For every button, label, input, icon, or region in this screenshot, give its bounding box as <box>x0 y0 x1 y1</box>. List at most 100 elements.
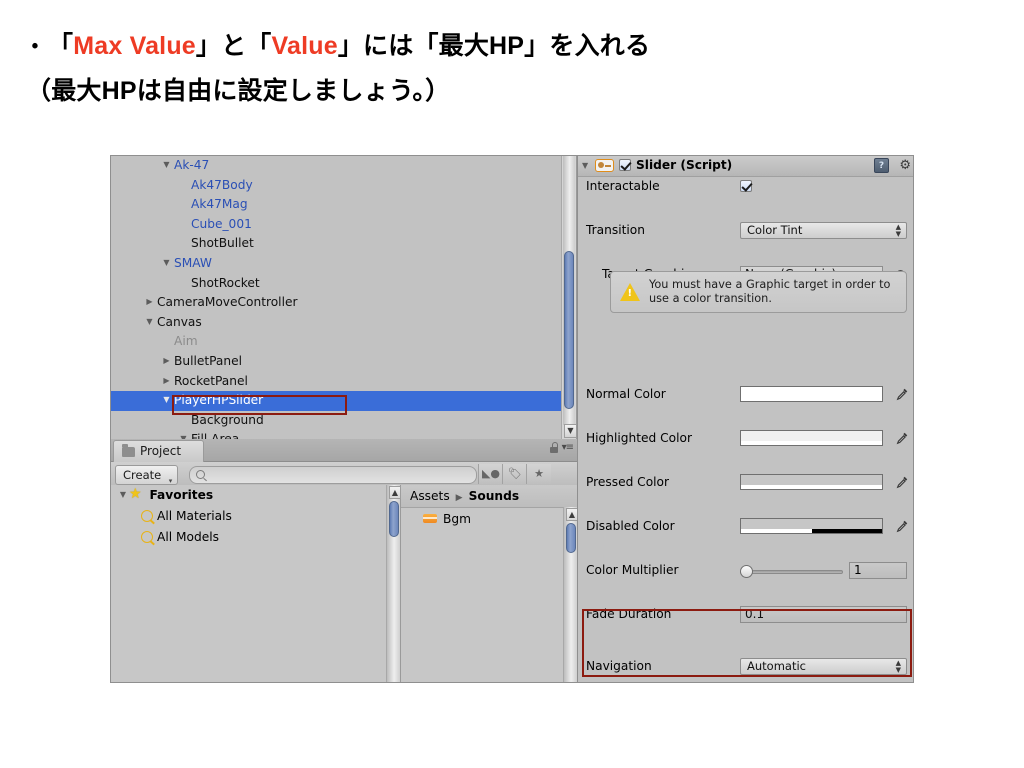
favorites-label: Favorites <box>149 488 214 502</box>
hierarchy-item-ak47body[interactable]: Ak47Body <box>111 176 576 196</box>
swatch-color <box>741 519 882 529</box>
field-highlighted-color[interactable]: Highlighted Color <box>578 428 913 450</box>
hierarchy-item-cube-001[interactable]: Cube_001 <box>111 215 576 235</box>
normal-color-swatch[interactable] <box>740 386 883 402</box>
hierarchy-item-ak47mag[interactable]: Ak47Mag <box>111 195 576 215</box>
hierarchy-item-shotbullet[interactable]: ShotBullet <box>111 234 576 254</box>
field-label: Color Multiplier <box>586 563 679 577</box>
swatch-alpha <box>741 441 882 445</box>
component-header-slider[interactable]: ▼ Slider (Script) ? ⚙ <box>578 156 913 177</box>
shapes-filter-button[interactable]: ◣● <box>478 464 503 484</box>
chevron-down-icon[interactable]: ▼ <box>144 312 155 332</box>
hierarchy-item-playerhpslider[interactable]: ▼ PlayerHPSlider <box>111 391 576 411</box>
hierarchy-item-label: CameraMoveController <box>157 295 298 310</box>
eyedropper-icon[interactable] <box>895 519 909 533</box>
hierarchy-scrollbar-thumb[interactable] <box>564 251 574 409</box>
chevron-right-icon[interactable]: ▶ <box>161 351 172 371</box>
chevron-right-icon[interactable]: ▶ <box>144 292 155 312</box>
hierarchy-scrollbar[interactable]: ▼ <box>561 156 576 439</box>
field-transition[interactable]: Transition Color Tint ▲ ▼ <box>578 220 913 242</box>
hierarchy-item-shotrocket[interactable]: ShotRocket <box>111 274 576 294</box>
field-label: Navigation <box>586 659 652 673</box>
eyedropper-icon[interactable] <box>895 387 909 401</box>
hierarchy-item-background[interactable]: Background <box>111 411 576 431</box>
chevron-down-icon[interactable]: ▼ <box>178 429 189 439</box>
pressed-color-swatch[interactable] <box>740 474 883 490</box>
color-multiplier-input[interactable]: 1 <box>849 562 907 579</box>
project-asset-view[interactable]: Assets ▶ Sounds Bgm ▲ <box>401 485 578 682</box>
chevron-down-icon[interactable]: ▼ <box>161 253 172 273</box>
interactable-checkbox[interactable] <box>740 180 752 192</box>
project-tab-controls: ▾≡ <box>549 442 574 453</box>
hierarchy-item-label: Ak-47 <box>174 158 210 172</box>
highlighted-color-swatch[interactable] <box>740 430 883 446</box>
asset-item-bgm[interactable]: Bgm <box>401 508 577 530</box>
chevron-down-icon[interactable]: ▼ <box>161 390 172 410</box>
field-label: Interactable <box>586 179 660 193</box>
breadcrumb-sounds[interactable]: Sounds <box>469 489 519 503</box>
help-icon[interactable]: ? <box>874 158 889 173</box>
color-multiplier-slider-knob[interactable] <box>740 565 753 578</box>
label-filter-button[interactable]: 🏷 <box>502 464 527 484</box>
field-label: Highlighted Color <box>586 431 692 445</box>
lock-icon[interactable] <box>549 442 558 453</box>
field-label: Pressed Color <box>586 475 670 489</box>
asset-view-scrollbar-thumb[interactable] <box>566 523 576 553</box>
chevron-down-icon[interactable]: ▼ <box>117 484 129 505</box>
hierarchy-item-fill-area[interactable]: ▼Fill Area <box>111 430 576 439</box>
hierarchy-item-cameramovecontroller[interactable]: ▶ CameraMoveController <box>111 293 576 313</box>
hierarchy-item-label: ShotBullet <box>191 236 254 251</box>
eyedropper-icon[interactable] <box>895 475 909 489</box>
hierarchy-scroll-down-icon[interactable]: ▼ <box>564 424 576 438</box>
tab-project[interactable]: Project <box>113 440 205 462</box>
chevron-down-icon[interactable]: ▼ <box>161 156 172 175</box>
asset-view-scrollbar[interactable]: ▲ <box>563 507 578 682</box>
breadcrumb: Assets ▶ Sounds <box>401 485 577 508</box>
hierarchy-item-canvas[interactable]: ▼ Canvas <box>111 313 576 333</box>
disabled-color-swatch[interactable] <box>740 518 883 534</box>
project-tree-scrollbar[interactable]: ▲ <box>386 485 401 682</box>
hierarchy-item-ak-47[interactable]: ▼ Ak-47 <box>111 156 576 176</box>
project-folder-tree[interactable]: ▼ ★ Favorites All Materials All Models ▲ <box>111 485 401 682</box>
project-panel[interactable]: Project ▾≡ Create ▾ ◣● 🏷 ★ ▼ ★ Favorites… <box>111 439 578 682</box>
field-pressed-color[interactable]: Pressed Color <box>578 472 913 494</box>
field-disabled-color[interactable]: Disabled Color <box>578 516 913 538</box>
chevron-down-icon[interactable]: ▼ <box>582 161 588 170</box>
project-tree-all-materials[interactable]: All Materials <box>111 506 400 527</box>
inspector-panel[interactable]: ▼ Slider (Script) ? ⚙ Interactable Trans… <box>577 156 913 682</box>
fade-duration-input[interactable]: 0.1 <box>740 606 907 623</box>
field-normal-color[interactable]: Normal Color <box>578 384 913 406</box>
breadcrumb-assets[interactable]: Assets <box>410 489 450 503</box>
updown-arrows-icon: ▲ ▼ <box>895 223 901 238</box>
hierarchy-item-aim[interactable]: Aim <box>111 332 576 352</box>
panel-menu-icon[interactable]: ▾≡ <box>562 442 574 453</box>
hierarchy-list[interactable]: ▼ Ak-47 Ak47Body Ak47Mag Cube_001 ShotBullet ▼… <box>111 156 576 439</box>
field-interactable[interactable]: Interactable <box>578 176 913 198</box>
scroll-up-icon[interactable]: ▲ <box>389 486 401 499</box>
field-navigation[interactable]: Navigation Automatic ▲ ▼ <box>578 656 913 678</box>
component-enabled-checkbox[interactable] <box>619 159 631 171</box>
chevron-right-icon[interactable]: ▶ <box>161 371 172 391</box>
field-color-multiplier[interactable]: Color Multiplier 1 <box>578 560 913 582</box>
search-input[interactable] <box>189 466 477 484</box>
hierarchy-item-smaw[interactable]: ▼ SMAW <box>111 254 576 274</box>
hierarchy-item-label: ShotRocket <box>191 275 260 290</box>
project-tree-scrollbar-thumb[interactable] <box>389 501 399 537</box>
hierarchy-item-bulletpanel[interactable]: ▶ BulletPanel <box>111 352 576 372</box>
gear-icon[interactable]: ⚙ <box>899 158 911 173</box>
slide-heading: • 「Max Value」と「Value」には「最大HP」を入れる （最大HPは自… <box>22 24 1002 113</box>
field-fade-duration[interactable]: Fade Duration 0.1 <box>578 604 913 626</box>
project-tree-favorites[interactable]: ▼ ★ Favorites <box>111 485 400 506</box>
create-button[interactable]: Create ▾ <box>115 465 179 485</box>
hierarchy-item-rocketpanel[interactable]: ▶ RocketPanel <box>111 372 576 392</box>
color-multiplier-slider-track[interactable] <box>740 570 843 574</box>
eyedropper-icon[interactable] <box>895 431 909 445</box>
hierarchy-panel[interactable]: ▼ Ak-47 Ak47Body Ak47Mag Cube_001 ShotBullet ▼… <box>111 156 577 439</box>
updown-arrows-icon: ▲ ▼ <box>895 659 901 674</box>
project-tree-all-models[interactable]: All Models <box>111 527 400 548</box>
transition-dropdown[interactable]: Color Tint ▲ ▼ <box>740 222 907 239</box>
navigation-dropdown[interactable]: Automatic ▲ ▼ <box>740 658 907 675</box>
project-toolbar: Create ▾ ◣● 🏷 ★ <box>111 462 577 487</box>
all-models-label: All Models <box>157 530 219 544</box>
favorite-filter-button[interactable]: ★ <box>526 464 551 484</box>
